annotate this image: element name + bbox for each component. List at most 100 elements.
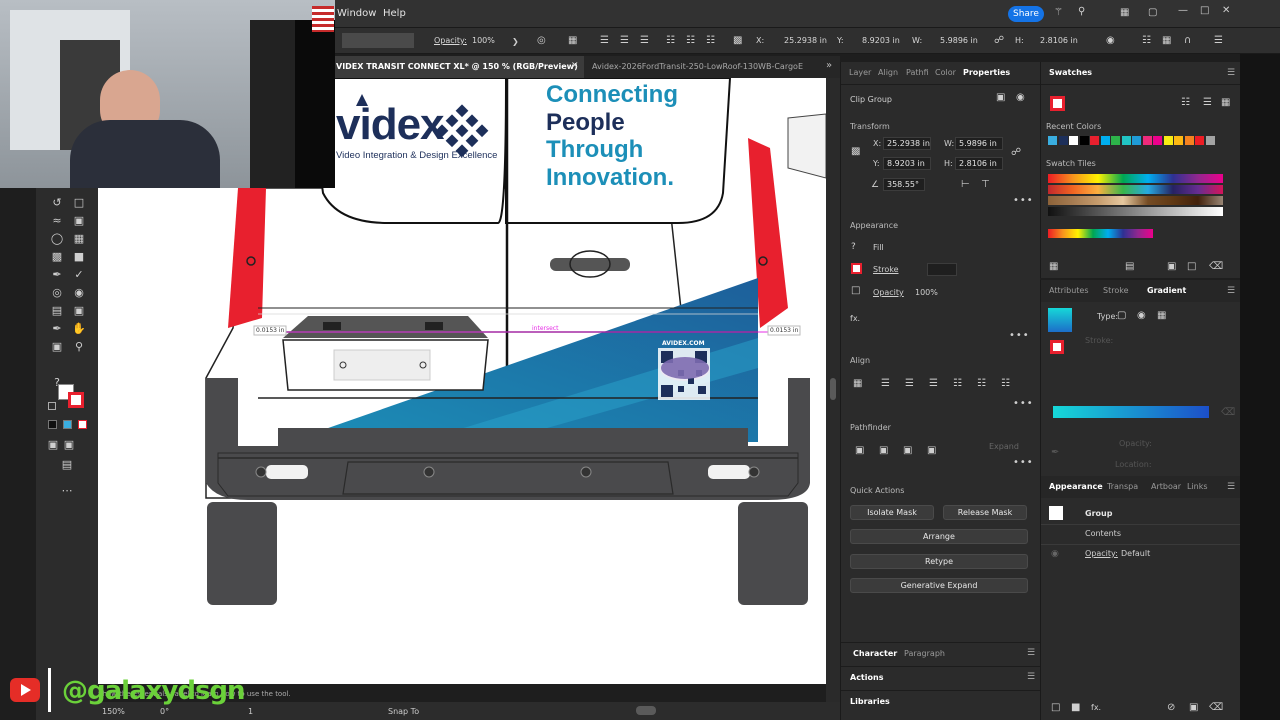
swatch-options-icon[interactable]: ▤: [1125, 262, 1134, 272]
minimize-icon[interactable]: —: [1178, 6, 1188, 16]
stroke-weight-field[interactable]: [927, 263, 957, 276]
draw-behind-icon[interactable]: ▣: [62, 438, 76, 452]
graph-tool-icon[interactable]: ▤: [50, 304, 64, 318]
maximize-icon[interactable]: □: [1200, 6, 1209, 16]
tab-appearance[interactable]: Appearance: [1049, 482, 1103, 491]
recent-color-swatch[interactable]: [1142, 136, 1152, 145]
show-kinds-icon[interactable]: ☷: [1181, 98, 1190, 108]
scroll-thumb[interactable]: [830, 378, 836, 400]
stroke-preview[interactable]: [1050, 96, 1065, 111]
align-more-icon[interactable]: •••: [1013, 398, 1034, 409]
expand-button[interactable]: Expand: [989, 442, 1019, 451]
new-group-icon[interactable]: ▣: [1167, 262, 1176, 272]
align-center-icon[interactable]: ☰: [620, 36, 629, 46]
recent-color-swatch[interactable]: [1111, 136, 1120, 145]
align-middle-icon[interactable]: ☷: [686, 36, 695, 46]
list-view-icon[interactable]: ☰: [1203, 98, 1212, 108]
measure-icon[interactable]: ✓: [72, 268, 86, 282]
transform-icon[interactable]: ▦: [568, 36, 577, 46]
recent-color-swatch[interactable]: [1069, 136, 1078, 145]
isolate-mask-button[interactable]: Isolate Mask: [850, 505, 934, 520]
align-right-icon[interactable]: ☰: [929, 379, 938, 389]
character-menu-icon[interactable]: ☰: [1027, 648, 1035, 658]
recent-color-swatch[interactable]: [1121, 136, 1131, 145]
menu-help[interactable]: Help: [383, 8, 406, 19]
release-mask-button[interactable]: Release Mask: [943, 505, 1027, 520]
opacity-label[interactable]: Opacity: [873, 288, 904, 297]
flip-vertical-icon[interactable]: ⊤: [981, 180, 990, 190]
radial-gradient-icon[interactable]: ◉: [1137, 311, 1146, 321]
gradient-eyedropper-icon[interactable]: ✒: [1051, 448, 1059, 458]
share-button[interactable]: Share: [1008, 6, 1044, 22]
reference-point-icon[interactable]: ▩: [733, 36, 742, 46]
recent-color-swatch[interactable]: [1163, 136, 1173, 145]
y-field[interactable]: 8.9203 in: [883, 157, 931, 170]
tab-gradient[interactable]: Gradient: [1147, 286, 1186, 295]
draw-normal-icon[interactable]: ▣: [46, 438, 60, 452]
recent-color-swatch[interactable]: [1205, 136, 1215, 145]
color-mode-icon[interactable]: [48, 420, 57, 429]
style-dropdown[interactable]: [342, 33, 414, 48]
artboard-tool-icon[interactable]: ▣: [72, 304, 86, 318]
add-fill-icon[interactable]: ■: [1071, 703, 1080, 713]
generative-expand-button[interactable]: Generative Expand: [850, 578, 1028, 593]
linear-gradient-icon[interactable]: ▢: [1117, 311, 1126, 321]
align-middle-icon[interactable]: ☷: [977, 379, 986, 389]
new-swatch-icon[interactable]: □: [1187, 262, 1196, 272]
gradient-tool-icon[interactable]: ■: [72, 250, 86, 264]
exclude-icon[interactable]: ▣: [927, 446, 936, 456]
vertical-scrollbar[interactable]: [826, 78, 840, 702]
freeform-gradient-icon[interactable]: ▦: [1157, 311, 1166, 321]
tab-character[interactable]: Character: [853, 649, 897, 658]
align-center-icon[interactable]: ☰: [905, 379, 914, 389]
scale-tool-icon[interactable]: □: [72, 196, 86, 210]
arrange-button[interactable]: Arrange: [850, 529, 1028, 544]
pathfinder-more-icon[interactable]: •••: [1013, 457, 1034, 468]
zoom-tool-icon[interactable]: ⚲: [72, 340, 86, 354]
grid-icon[interactable]: ▦: [1162, 36, 1171, 46]
constrain-icon[interactable]: ☍: [1011, 148, 1021, 158]
tab-pathfinder[interactable]: Pathfi: [906, 68, 929, 77]
symbol-sprayer-icon[interactable]: ◉: [72, 286, 86, 300]
tab-links[interactable]: Links: [1187, 482, 1208, 491]
minus-front-icon[interactable]: ▣: [879, 446, 888, 456]
print-tiling-icon[interactable]: ▣: [50, 340, 64, 354]
tabs-overflow-icon[interactable]: »: [826, 60, 832, 71]
zoom-level[interactable]: 150%: [102, 707, 125, 716]
align-right-icon[interactable]: ☰: [640, 36, 649, 46]
add-effect-icon[interactable]: fx.: [1091, 703, 1101, 712]
delete-stop-icon[interactable]: ⌫: [1221, 408, 1235, 418]
tab-properties[interactable]: Properties: [963, 68, 1010, 77]
delete-swatch-icon[interactable]: ⌫: [1209, 262, 1223, 272]
align-top-icon[interactable]: ☷: [666, 36, 675, 46]
tab-transparency[interactable]: Transpa: [1107, 482, 1138, 491]
isolate-icon[interactable]: ▣: [996, 93, 1005, 103]
stroke-swatch-icon[interactable]: [851, 263, 862, 274]
recent-color-swatch[interactable]: [1174, 136, 1183, 145]
align-to-icon[interactable]: ▦: [853, 379, 862, 389]
control-opacity-value[interactable]: 100%: [472, 36, 495, 45]
appearance-more-icon[interactable]: •••: [1009, 330, 1030, 341]
control-w-field[interactable]: 5.9896 in: [940, 36, 978, 45]
close-icon[interactable]: ✕: [1222, 6, 1230, 16]
warp-tool-icon[interactable]: ≈: [50, 214, 64, 228]
recent-color-swatch[interactable]: [1153, 136, 1162, 145]
appearance-menu-icon[interactable]: ☰: [1227, 482, 1235, 492]
rotate-tool-icon[interactable]: ↺: [50, 196, 64, 210]
gradient-menu-icon[interactable]: ☰: [1227, 286, 1235, 296]
h-field[interactable]: 2.8106 in: [955, 157, 1003, 170]
swatch-libraries-icon[interactable]: ▦: [1049, 262, 1058, 272]
recent-color-swatch[interactable]: [1079, 136, 1089, 145]
control-y-field[interactable]: 8.9203 in: [862, 36, 900, 45]
menu-window[interactable]: Window: [337, 8, 376, 19]
none-mode-icon[interactable]: [78, 420, 87, 429]
opacity-value[interactable]: 100%: [915, 288, 938, 297]
actions-menu-icon[interactable]: ☰: [1027, 672, 1035, 682]
align-bottom-icon[interactable]: ☷: [706, 36, 715, 46]
workspace-icon[interactable]: ▦: [1120, 8, 1129, 18]
gradient-fill-stroke-icon[interactable]: [1050, 340, 1064, 354]
stroke-label[interactable]: Stroke: [873, 265, 899, 274]
mesh-tool-icon[interactable]: ▩: [50, 250, 64, 264]
tab-inactive-label[interactable]: Avidex-2026FordTransit-250-LowRoof-130WB…: [592, 62, 814, 71]
tab-active[interactable]: VIDEX TRANSIT CONNECT XL* @ 150 % (RGB/P…: [334, 56, 584, 78]
